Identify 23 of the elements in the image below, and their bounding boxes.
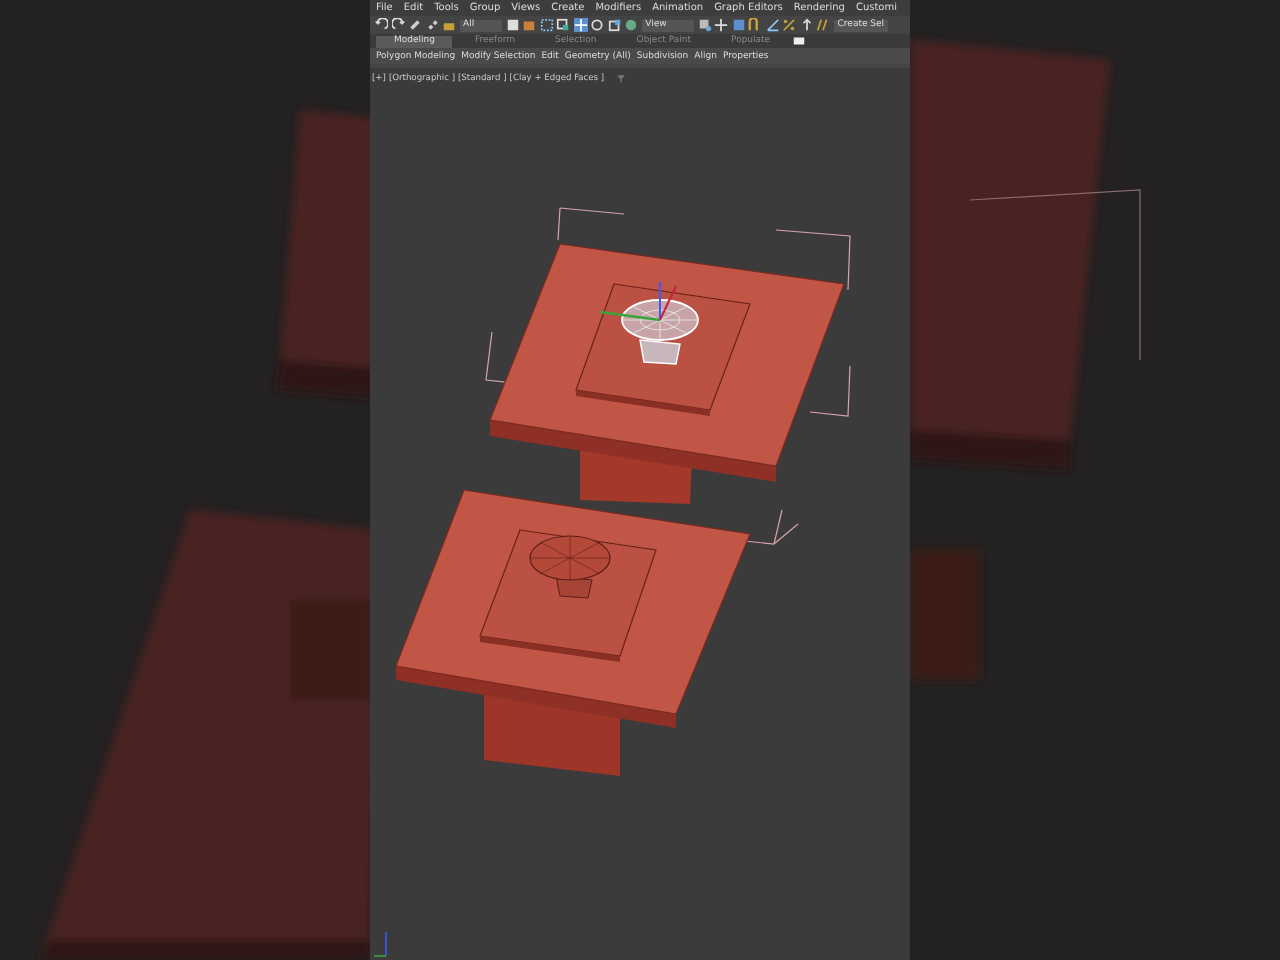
snap-icon[interactable]	[748, 18, 763, 32]
link-icon[interactable]	[408, 18, 422, 32]
percent-snap-icon[interactable]	[782, 18, 797, 32]
move-gizmo-icon	[599, 281, 677, 322]
window-select-icon[interactable]	[556, 18, 571, 32]
place-icon[interactable]	[624, 18, 639, 32]
axis-tripod-icon	[373, 931, 387, 957]
region-select-icon[interactable]	[539, 18, 554, 32]
selected-bowl-drawing	[621, 299, 699, 365]
move-icon[interactable]	[573, 18, 588, 32]
redo-icon[interactable]	[391, 18, 405, 32]
undo-icon[interactable]	[374, 18, 388, 32]
pivot-icon[interactable]	[697, 18, 712, 32]
spinner-snap-icon[interactable]	[799, 18, 814, 32]
bowl-drawing	[529, 535, 611, 599]
crosshair-icon[interactable]	[714, 18, 729, 32]
select-icon[interactable]	[505, 18, 520, 32]
angle-snap-icon[interactable]	[765, 18, 780, 32]
filter-icon[interactable]	[615, 74, 626, 84]
select-by-name-icon[interactable]	[522, 18, 537, 32]
rotate-icon[interactable]	[590, 18, 605, 32]
scale-icon[interactable]	[607, 18, 622, 32]
unlink-icon[interactable]	[425, 18, 439, 32]
